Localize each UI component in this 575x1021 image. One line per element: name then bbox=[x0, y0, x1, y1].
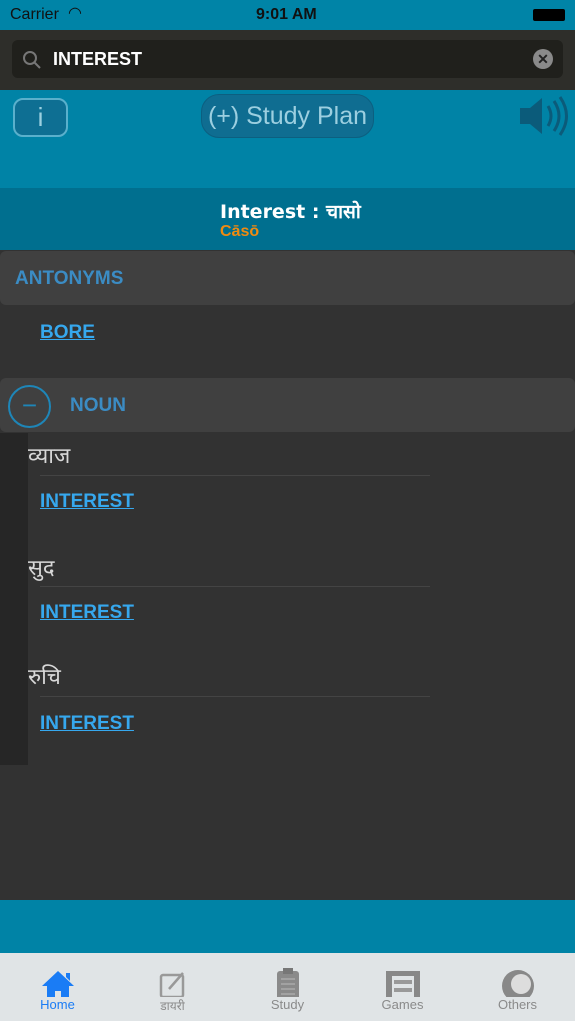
battery-icon bbox=[533, 9, 565, 21]
others-icon bbox=[501, 970, 534, 997]
search-input[interactable]: INTEREST ✕ bbox=[12, 40, 563, 78]
speaker-icon[interactable] bbox=[518, 94, 570, 138]
tab-home[interactable]: Home bbox=[0, 953, 115, 1021]
tab-bar: Home डायरी Study Games Others bbox=[0, 953, 575, 1021]
clear-icon[interactable]: ✕ bbox=[533, 49, 553, 69]
meaning-link[interactable]: INTEREST bbox=[40, 491, 134, 513]
footer-bar bbox=[0, 900, 575, 953]
carrier: Carrier bbox=[10, 6, 59, 23]
home-icon bbox=[41, 971, 74, 997]
collapse-icon[interactable]: − bbox=[8, 385, 51, 428]
divider bbox=[40, 696, 430, 697]
tab-diary[interactable]: डायरी bbox=[115, 953, 230, 1021]
toolbar: i (+) Study Plan bbox=[0, 90, 575, 188]
divider bbox=[40, 475, 430, 476]
search-icon bbox=[23, 51, 41, 69]
word-title: Interest : चासो bbox=[220, 201, 361, 223]
search-value: INTEREST bbox=[53, 49, 143, 69]
noun-section-header[interactable]: − NOUN bbox=[0, 378, 575, 432]
noun-title: NOUN bbox=[70, 395, 126, 416]
transliteration: Cāsō bbox=[220, 223, 260, 240]
meaning-word: रुचि bbox=[28, 665, 61, 690]
meaning-link[interactable]: INTEREST bbox=[40, 713, 134, 735]
clock: 9:01 AM bbox=[256, 6, 317, 23]
status-bar: Carrier ◠ 9:01 AM bbox=[0, 0, 575, 30]
tab-label: Others bbox=[497, 997, 537, 1012]
side-strip bbox=[0, 433, 28, 765]
abacus-icon bbox=[385, 971, 420, 997]
tab-label: Study bbox=[270, 997, 305, 1012]
wifi-icon: ◠ bbox=[68, 5, 82, 22]
info-button[interactable]: i bbox=[13, 98, 68, 137]
tab-games[interactable]: Games bbox=[345, 953, 460, 1021]
tab-study[interactable]: Study bbox=[230, 953, 345, 1021]
study-plan-button[interactable]: (+) Study Plan bbox=[201, 94, 374, 138]
meaning-word: सुद bbox=[28, 556, 55, 581]
edit-icon bbox=[159, 972, 184, 997]
search-bar: INTEREST ✕ bbox=[0, 30, 575, 90]
clipboard-icon bbox=[276, 968, 299, 997]
tab-label: Games bbox=[381, 997, 424, 1012]
antonyms-title: ANTONYMS bbox=[15, 268, 124, 289]
tab-label: डायरी bbox=[160, 999, 185, 1013]
divider bbox=[40, 586, 430, 587]
meaning-word: व्याज bbox=[28, 444, 71, 469]
word-header: Interest : चासो Cāsō bbox=[0, 188, 575, 250]
tab-others[interactable]: Others bbox=[460, 953, 575, 1021]
meaning-link[interactable]: INTEREST bbox=[40, 602, 134, 624]
tab-label: Home bbox=[40, 997, 75, 1012]
antonym-link[interactable]: BORE bbox=[40, 322, 95, 344]
antonyms-section-header: ANTONYMS bbox=[0, 251, 575, 305]
